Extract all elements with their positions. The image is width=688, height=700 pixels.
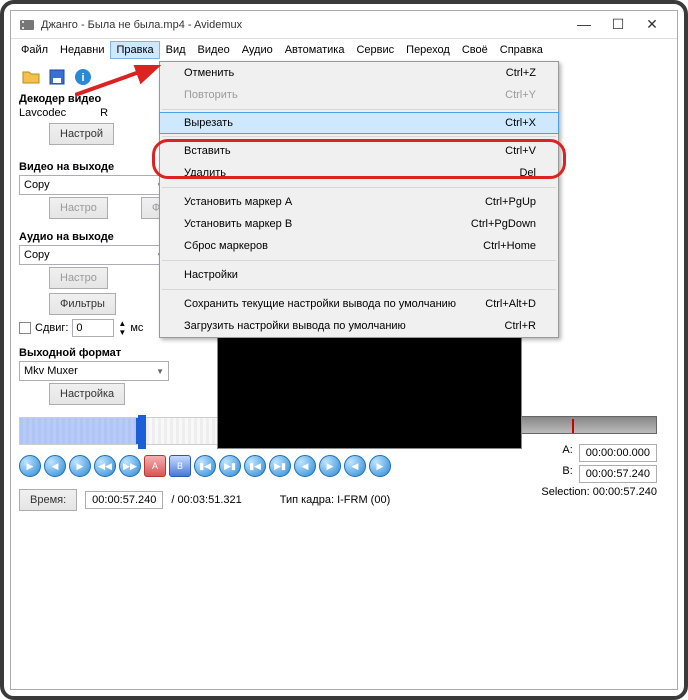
menu-recent[interactable]: Недавни (54, 41, 110, 59)
menu-load-defaults[interactable]: Загрузить настройки вывода по умолчаниюC… (160, 315, 558, 337)
time-label: Время: (19, 489, 77, 511)
play-button[interactable]: ▶ (19, 455, 41, 477)
decoder-value: Lavcodec (19, 107, 66, 119)
timeline-cursor[interactable] (138, 415, 146, 449)
timeline-selection (20, 418, 138, 444)
duration: / 00:03:51.321 (171, 494, 241, 506)
menu-view[interactable]: Вид (160, 41, 192, 59)
last-frame-button[interactable]: ▶▮ (269, 455, 291, 477)
menu-paste[interactable]: ВставитьCtrl+V (160, 140, 558, 162)
b-value: 00:00:57.240 (579, 465, 657, 483)
prev-key-button[interactable]: ◀◀ (94, 455, 116, 477)
first-frame-button[interactable]: ▮◀ (244, 455, 266, 477)
menu-auto[interactable]: Автоматика (279, 41, 351, 59)
format-label: Выходной формат (19, 347, 204, 359)
a-value: 00:00:00.000 (579, 444, 657, 462)
next-key-button[interactable]: ▶▶ (119, 455, 141, 477)
time-value[interactable]: 00:00:57.240 (85, 491, 163, 509)
marker-a-button[interactable]: A (144, 455, 166, 477)
menu-custom[interactable]: Своё (456, 41, 494, 59)
audio-filters-button[interactable]: Фильтры (49, 293, 116, 315)
menu-marker-b[interactable]: Установить маркер BCtrl+PgDown (160, 213, 558, 235)
menu-reset-markers[interactable]: Сброс маркеровCtrl+Home (160, 235, 558, 257)
menu-help[interactable]: Справка (494, 41, 549, 59)
maximize-button[interactable]: ☐ (601, 15, 635, 35)
menu-marker-a[interactable]: Установить маркер ACtrl+PgUp (160, 191, 558, 213)
frametype: Тип кадра: I-FRM (00) (280, 494, 391, 506)
svg-text:i: i (81, 72, 84, 84)
shift-input[interactable]: 0 (72, 319, 114, 337)
menu-edit[interactable]: Правка (110, 41, 159, 59)
fwd-minute-button[interactable]: ▶ (369, 455, 391, 477)
minimize-button[interactable]: — (567, 15, 601, 35)
next-cut-button[interactable]: ▶▮ (219, 455, 241, 477)
shift-checkbox[interactable] (19, 322, 31, 334)
decoder-config-button[interactable]: Настрой (49, 123, 114, 145)
audio-codec-combo[interactable]: Copy▼ (19, 245, 169, 265)
shift-unit: мс (130, 322, 143, 334)
audio-configure-button: Настро (49, 267, 108, 289)
next-frame-button[interactable]: ▶ (69, 455, 91, 477)
info-icon[interactable]: i (71, 65, 95, 89)
menu-video[interactable]: Видео (192, 41, 236, 59)
b-label: B: (562, 465, 572, 483)
prev-black-button[interactable]: ◀ (294, 455, 316, 477)
menu-cut[interactable]: ВырезатьCtrl+X (159, 112, 559, 134)
format-combo[interactable]: Mkv Muxer▼ (19, 361, 169, 381)
prev-cut-button[interactable]: ▮◀ (194, 455, 216, 477)
prev-frame-button[interactable]: ◀ (44, 455, 66, 477)
titlebar: Джанго - Была не была.mp4 - Avidemux — ☐… (11, 11, 677, 39)
menu-service[interactable]: Сервис (350, 41, 400, 59)
decoder-r: R (100, 107, 108, 119)
menu-preferences[interactable]: Настройки (160, 264, 558, 286)
menu-delete[interactable]: УдалитьDel (160, 162, 558, 184)
video-configure-button: Настро (49, 197, 108, 219)
next-black-button[interactable]: ▶ (319, 455, 341, 477)
menu-audio[interactable]: Аудио (236, 41, 279, 59)
menu-undo[interactable]: ОтменитьCtrl+Z (160, 62, 558, 84)
menubar: Файл Недавни Правка Вид Видео Аудио Авто… (11, 39, 677, 61)
menu-save-defaults[interactable]: Сохранить текущие настройки вывода по ум… (160, 293, 558, 315)
menu-redo: ПовторитьCtrl+Y (160, 84, 558, 106)
close-button[interactable]: ✕ (635, 15, 669, 35)
menu-goto[interactable]: Переход (400, 41, 456, 59)
video-codec-combo[interactable]: Copy▼ (19, 175, 169, 195)
menu-file[interactable]: Файл (15, 41, 54, 59)
edit-menu-dropdown: ОтменитьCtrl+Z ПовторитьCtrl+Y ВырезатьC… (159, 61, 559, 338)
save-icon[interactable] (45, 65, 69, 89)
a-label: A: (562, 444, 572, 462)
format-config-button[interactable]: Настройка (49, 383, 125, 405)
back-minute-button[interactable]: ◀ (344, 455, 366, 477)
selection-label: Selection: 00:00:57.240 (541, 486, 657, 498)
marker-b-button[interactable]: B (169, 455, 191, 477)
window-title: Джанго - Была не была.mp4 - Avidemux (41, 19, 567, 31)
app-icon (19, 17, 35, 33)
shift-label: Сдвиг: (35, 322, 68, 334)
open-icon[interactable] (19, 65, 43, 89)
